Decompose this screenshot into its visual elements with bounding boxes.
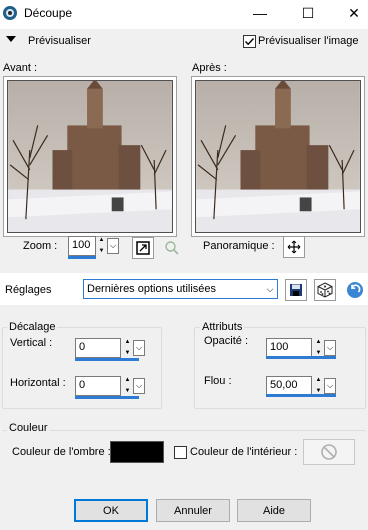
vertical-input[interactable]: 0 <box>75 338 121 358</box>
horizontal-spinner[interactable]: ▲ ▼ <box>122 376 133 396</box>
blur-label: Flou : <box>204 375 232 387</box>
magnifier-icon <box>165 241 179 255</box>
shadow-color-label: Couleur de l'ombre : <box>12 446 111 458</box>
spin-up-icon[interactable]: ▲ <box>122 376 133 385</box>
inner-color-swatch[interactable] <box>303 439 355 465</box>
pan-label: Panoramique : <box>203 240 275 252</box>
spin-down-icon[interactable]: ▼ <box>96 247 107 256</box>
chevron-down-icon: ⌵ <box>326 381 334 390</box>
window-title: Découpe <box>24 6 73 20</box>
close-button[interactable]: ✕ <box>334 0 368 26</box>
before-image <box>7 80 173 233</box>
blur-spinner[interactable]: ▲ ▼ <box>313 376 324 396</box>
after-image-frame <box>191 76 365 237</box>
maximize-button[interactable]: ☐ <box>288 0 328 26</box>
opacity-underline <box>266 356 336 359</box>
shadow-color-swatch[interactable] <box>110 441 164 463</box>
cancel-button[interactable]: Annuler <box>156 499 230 522</box>
chevron-down-icon: ⌵ <box>135 381 143 390</box>
blur-underline <box>266 394 336 397</box>
opacity-dropdown-button[interactable]: ⌵ <box>324 340 336 356</box>
inner-color-label: Couleur de l'intérieur : <box>190 446 298 458</box>
collapse-caret-icon[interactable] <box>6 36 16 42</box>
spin-up-icon[interactable]: ▲ <box>96 236 107 245</box>
opacity-label: Opacité : <box>204 335 249 347</box>
preview-image-checkbox[interactable] <box>243 35 256 48</box>
after-label: Après : <box>192 62 227 74</box>
vertical-underline <box>75 358 139 361</box>
move-arrows-icon <box>287 240 301 254</box>
spin-down-icon[interactable]: ▼ <box>122 387 133 396</box>
horizontal-dropdown-button[interactable]: ⌵ <box>133 378 145 394</box>
zoom-actual-size-button[interactable] <box>161 237 183 259</box>
color-group-title: Couleur <box>7 422 50 434</box>
before-image-frame[interactable] <box>3 76 177 237</box>
preview-image-label: Prévisualiser l'image <box>258 35 359 47</box>
settings-dropdown[interactable]: Dernières options utilisées <box>83 279 278 299</box>
blur-dropdown-button[interactable]: ⌵ <box>324 378 336 394</box>
settings-label: Réglages <box>5 284 52 296</box>
horizontal-label: Horizontal : <box>10 377 66 389</box>
minimize-button[interactable]: — <box>240 0 280 26</box>
before-label: Avant : <box>3 62 38 74</box>
preview-label: Prévisualiser <box>28 35 91 47</box>
fit-window-icon <box>136 241 150 255</box>
inner-color-checkbox[interactable] <box>174 446 187 459</box>
zoom-dropdown-button[interactable]: ⌵ <box>107 238 119 254</box>
opacity-spinner[interactable]: ▲ ▼ <box>313 338 324 358</box>
spin-up-icon[interactable]: ▲ <box>122 338 133 347</box>
random-preset-button[interactable] <box>314 279 336 301</box>
save-preset-button[interactable] <box>285 279 307 301</box>
opacity-input[interactable]: 100 <box>266 338 312 358</box>
chevron-down-icon: ⌵ <box>109 241 117 250</box>
zoom-underline <box>68 256 96 259</box>
dice-icon <box>317 282 333 298</box>
floppy-disk-icon <box>290 284 302 296</box>
zoom-input[interactable]: 100 <box>68 236 96 256</box>
horizontal-input[interactable]: 0 <box>75 376 121 396</box>
attributes-group-title: Attributs <box>200 321 245 333</box>
chevron-down-icon[interactable]: ⌵ <box>264 281 276 297</box>
vertical-dropdown-button[interactable]: ⌵ <box>133 340 145 356</box>
reset-preset-button[interactable] <box>344 279 366 301</box>
zoom-label: Zoom : <box>23 240 58 252</box>
no-color-icon <box>321 444 337 460</box>
check-icon <box>245 38 255 46</box>
fit-to-window-button[interactable] <box>132 237 154 259</box>
vertical-label: Vertical : <box>10 337 53 349</box>
after-image <box>195 80 361 233</box>
offset-group-title: Décalage <box>7 321 58 333</box>
help-button[interactable]: Aide <box>237 499 311 522</box>
ok-button[interactable]: OK <box>74 499 148 522</box>
app-icon <box>2 5 18 21</box>
blur-input[interactable]: 50,00 <box>266 376 312 396</box>
zoom-spinner[interactable]: ▲ ▼ <box>96 236 107 256</box>
chevron-down-icon: ⌵ <box>135 343 143 352</box>
spin-up-icon[interactable]: ▲ <box>313 338 324 347</box>
chevron-down-icon: ⌵ <box>326 343 334 352</box>
undo-circle-icon <box>347 282 363 298</box>
horizontal-underline <box>75 396 139 399</box>
spin-up-icon[interactable]: ▲ <box>313 376 324 385</box>
pan-button[interactable] <box>283 236 305 258</box>
vertical-spinner[interactable]: ▲ ▼ <box>122 338 133 358</box>
spin-down-icon[interactable]: ▼ <box>122 349 133 358</box>
